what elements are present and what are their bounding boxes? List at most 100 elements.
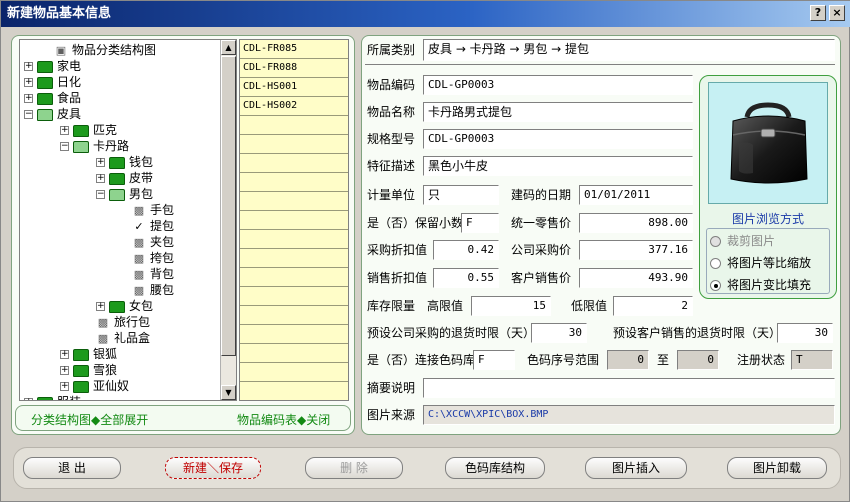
code-list-item[interactable]: CDL-FR085 [240,40,348,59]
radio-fill[interactable]: 将图片变比填充 [710,276,811,294]
scroll-up-icon[interactable]: ▲ [221,40,236,55]
code-list-item[interactable] [240,192,348,211]
tree-node[interactable]: ▩ 腰包 [132,282,174,298]
insert-pic-button[interactable]: 图片插入 [585,457,687,479]
code-list-item[interactable]: CDL-HS002 [240,97,348,116]
tree-node[interactable]: ✓ 提包 [132,218,174,234]
color-lib-button[interactable]: 色码库结构 [445,457,545,479]
category-tree[interactable]: ▣ 物品分类结构图 + 家电 + 日化 + 食品 − 皮具 + 匹克 − 卡丹路 + 钱包 + 皮带 − 男包 ▩ 手包 ✓… [19,39,237,401]
tree-node[interactable]: − 男包 [96,186,153,202]
expand-icon[interactable]: + [24,78,33,87]
purchase-return-label: 预设公司采购的退货时限（天） [367,326,536,340]
expand-icon[interactable]: + [60,382,69,391]
tree-node[interactable]: ▩ 手包 [132,202,174,218]
code-list-item[interactable] [240,363,348,382]
scroll-down-icon[interactable]: ▼ [221,385,236,400]
code-list-item[interactable] [240,154,348,173]
tree-node[interactable]: + 日化 [24,74,81,90]
reg-input[interactable]: T [791,350,833,370]
code-list-item[interactable] [240,230,348,249]
tree-node[interactable]: ▩ 夹包 [132,234,174,250]
tree-node[interactable]: + 钱包 [96,154,153,170]
expand-icon[interactable]: + [24,62,33,71]
code-list-item[interactable] [240,135,348,154]
color-to-input[interactable]: 0 [677,350,719,370]
expand-icon[interactable]: + [24,94,33,103]
delete-button[interactable]: 删 除 [305,457,403,479]
tree-node[interactable]: + 雪狼 [60,362,117,378]
sales-return-input[interactable]: 30 [777,323,833,343]
exit-button[interactable]: 退 出 [23,457,121,479]
expand-icon[interactable]: + [24,398,33,400]
code-list-item[interactable] [240,249,348,268]
collapse-icon[interactable]: − [60,142,69,151]
customer-sale-input[interactable]: 493.90 [579,268,693,288]
code-list-item[interactable] [240,325,348,344]
code-list-item[interactable]: CDL-FR088 [240,59,348,78]
scroll-thumb[interactable] [221,56,236,356]
color-from-input[interactable]: 0 [607,350,649,370]
unit-input[interactable]: 只 [423,185,499,205]
code-list-item[interactable]: CDL-HS001 [240,78,348,97]
close-icon[interactable]: × [829,5,845,21]
radio-scale[interactable]: 将图片等比缩放 [710,254,811,272]
sales-disc-label: 销售折扣值 [367,271,428,285]
tree-node[interactable]: + 服装 [24,394,81,400]
close-codes-link[interactable]: 物品编码表◆关闭 [237,411,330,428]
decimal-input[interactable]: F [461,213,499,233]
color-link-input[interactable]: F [473,350,515,370]
collapse-icon[interactable]: − [96,190,105,199]
code-list-item[interactable] [240,344,348,363]
new-save-button[interactable]: 新建＼保存 [165,457,261,479]
summary-input[interactable] [423,378,835,398]
high-input[interactable]: 15 [471,296,551,316]
code-list[interactable]: CDL-FR085 CDL-FR088 CDL-HS001 CDL-HS002 [239,39,349,401]
tree-node[interactable]: + 皮带 [96,170,153,186]
date-input[interactable]: 01/01/2011 [579,185,693,205]
expand-icon[interactable]: + [96,158,105,167]
purchase-return-input[interactable]: 30 [531,323,587,343]
code-list-item[interactable] [240,287,348,306]
feature-input[interactable]: 黑色小牛皮 [423,156,693,176]
sales-disc-input[interactable]: 0.55 [433,268,499,288]
expand-all-link[interactable]: 分类结构图◆全部展开 [31,411,148,428]
radio-crop-label: 裁剪图片 [727,234,776,248]
tree-node[interactable]: + 家电 [24,58,81,74]
tree-node[interactable]: + 匹克 [60,122,117,138]
tree-node[interactable]: − 卡丹路 [60,138,129,154]
expand-icon[interactable]: + [60,126,69,135]
tree-node[interactable]: ▣ 物品分类结构图 [54,42,156,58]
expand-icon[interactable]: + [60,366,69,375]
tree-node[interactable]: + 银狐 [60,346,117,362]
spec-input[interactable]: CDL-GP0003 [423,129,693,149]
collapse-icon[interactable]: − [24,110,33,119]
company-purchase-input[interactable]: 377.16 [579,240,693,260]
low-input[interactable]: 2 [613,296,693,316]
tree-node[interactable]: + 亚仙奴 [60,378,129,394]
code-list-item[interactable] [240,382,348,400]
code-list-item[interactable] [240,268,348,287]
radio-crop[interactable]: 裁剪图片 [710,232,775,250]
expand-icon[interactable]: + [60,350,69,359]
tree-node[interactable]: + 女包 [96,298,153,314]
retail-input[interactable]: 898.00 [579,213,693,233]
tree-node[interactable]: ▩ 挎包 [132,250,174,266]
tree-node[interactable]: ▩ 背包 [132,266,174,282]
code-list-item[interactable] [240,173,348,192]
tree-scrollbar[interactable]: ▲ ▼ [220,40,236,400]
code-list-item[interactable] [240,211,348,230]
tree-node[interactable]: + 食品 [24,90,81,106]
name-input[interactable]: 卡丹路男式提包 [423,102,693,122]
purchase-disc-input[interactable]: 0.42 [433,240,499,260]
help-icon[interactable]: ? [810,5,826,21]
retail-label: 统一零售价 [511,216,572,230]
tree-node[interactable]: − 皮具 [24,106,81,122]
unload-pic-button[interactable]: 图片卸载 [727,457,827,479]
code-input[interactable]: CDL-GP0003 [423,75,693,95]
code-list-item[interactable] [240,306,348,325]
tree-node[interactable]: ▩ 旅行包 [96,314,150,330]
code-list-item[interactable] [240,116,348,135]
tree-node[interactable]: ▩ 礼品盒 [96,330,150,346]
expand-icon[interactable]: + [96,302,105,311]
expand-icon[interactable]: + [96,174,105,183]
